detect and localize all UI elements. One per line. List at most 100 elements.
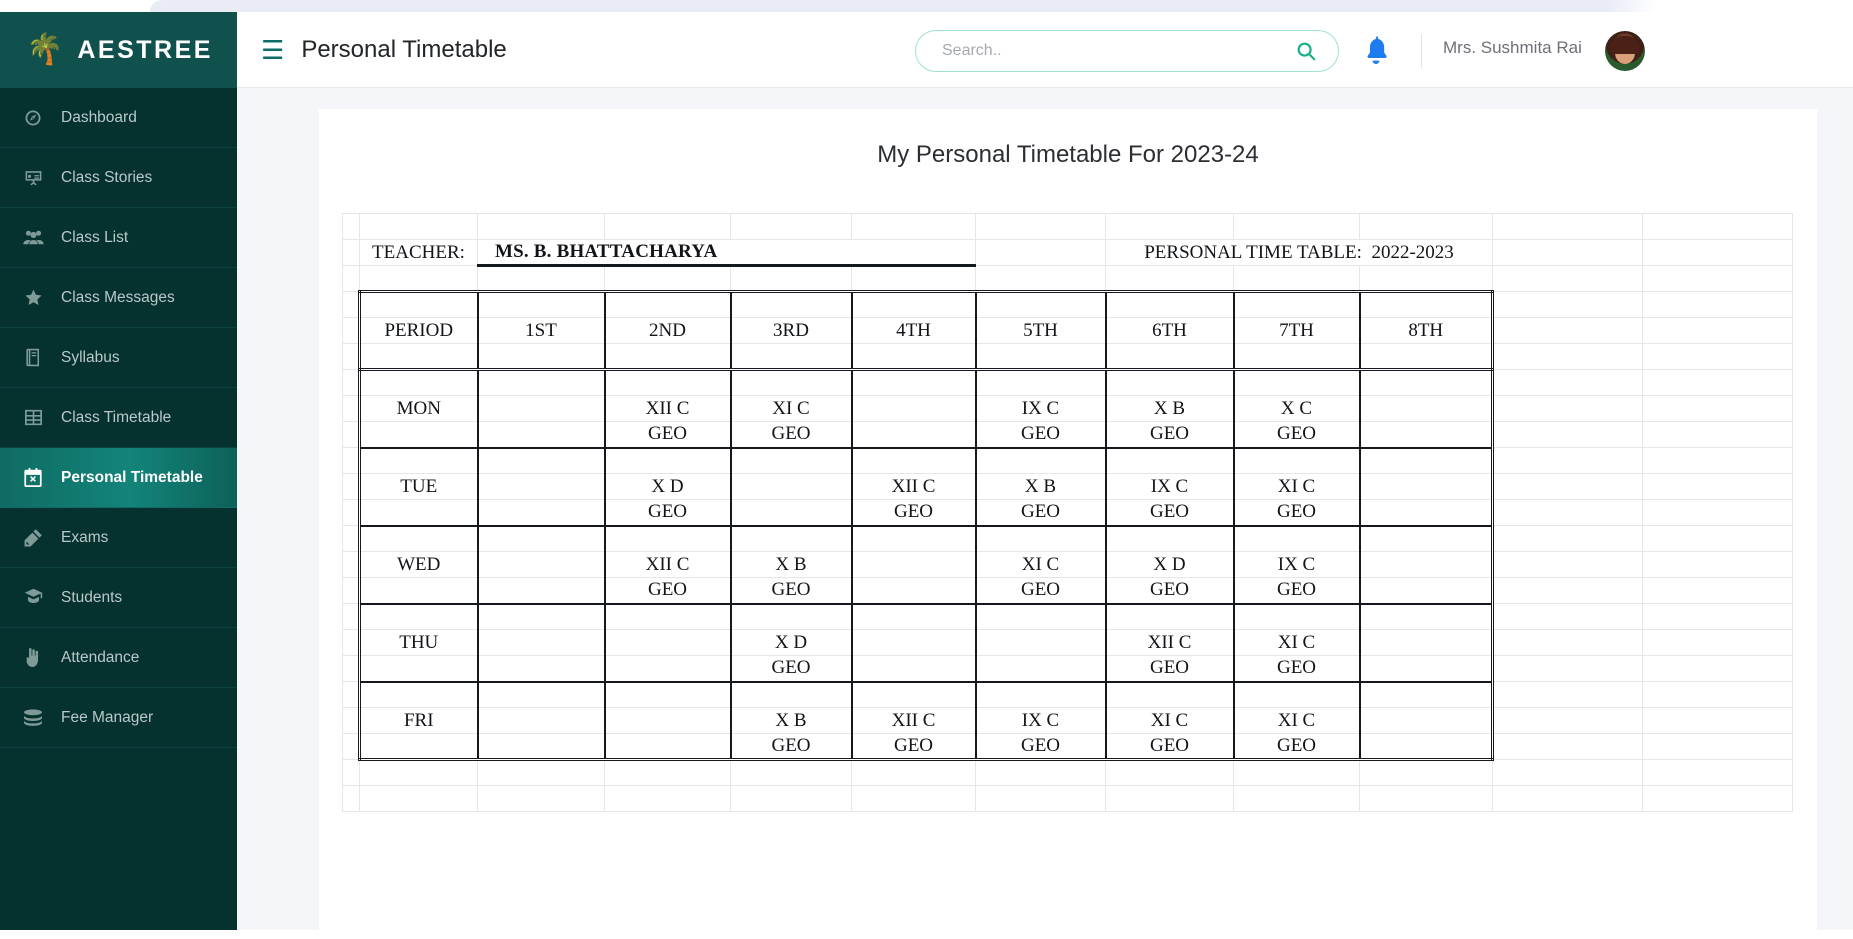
timetable-cell-class[interactable]: XI C <box>1232 473 1360 500</box>
brand-logo[interactable]: 🌴 AESTREE <box>0 12 237 88</box>
timetable-cell-subject[interactable]: GEO <box>1104 421 1234 449</box>
sidebar-item-class-messages[interactable]: Class Messages <box>0 268 237 328</box>
timetable-cell-class[interactable] <box>476 551 605 578</box>
timetable-cell-subject[interactable]: GEO <box>729 655 852 683</box>
sheet-cell <box>342 499 360 526</box>
timetable-cell-subject[interactable]: GEO <box>1232 577 1360 605</box>
timetable-cell-subject[interactable] <box>476 655 605 683</box>
sidebar-item-fee-manager[interactable]: Fee Manager <box>0 688 237 748</box>
timetable-cell-class[interactable] <box>850 629 976 656</box>
timetable-cell-subject[interactable]: GEO <box>603 421 731 449</box>
timetable-cell-class[interactable] <box>1358 473 1494 500</box>
timetable-cell-class[interactable]: X D <box>729 629 852 656</box>
timetable-cell-subject[interactable]: GEO <box>850 733 976 761</box>
timetable-cell-subject[interactable] <box>476 421 605 449</box>
timetable-cell-class[interactable] <box>476 473 605 500</box>
timetable-cell-subject[interactable]: GEO <box>1232 499 1360 527</box>
timetable-cell-class[interactable]: XI C <box>1232 629 1360 656</box>
timetable-cell-subject[interactable]: GEO <box>1232 655 1360 683</box>
timetable-cell-class[interactable] <box>603 707 731 734</box>
sidebar-item-personal-timetable[interactable]: Personal Timetable <box>0 448 237 508</box>
timetable-cell-class[interactable]: XI C <box>974 551 1106 578</box>
timetable-cell-class[interactable] <box>850 395 976 422</box>
timetable-cell-class[interactable]: XI C <box>1232 707 1360 734</box>
timetable-cell-subject[interactable]: GEO <box>1104 733 1234 761</box>
timetable-cell-subject[interactable]: GEO <box>1232 421 1360 449</box>
timetable-cell-subject[interactable]: GEO <box>974 577 1106 605</box>
timetable-cell-subject[interactable] <box>1358 421 1494 449</box>
timetable-cell-subject[interactable] <box>476 577 605 605</box>
timetable-cell-subject[interactable]: GEO <box>974 499 1106 527</box>
avatar[interactable] <box>1605 31 1645 71</box>
timetable-cell-class[interactable] <box>476 707 605 734</box>
timetable-cell-class[interactable] <box>1358 629 1494 656</box>
timetable-cell-subject[interactable]: GEO <box>603 577 731 605</box>
timetable-cell-subject[interactable]: GEO <box>729 733 852 761</box>
sidebar-item-exams[interactable]: Exams <box>0 508 237 568</box>
user-name[interactable]: Mrs. Sushmita Rai <box>1443 38 1582 58</box>
timetable-cell-class[interactable]: X C <box>1232 395 1360 422</box>
sidebar-item-class-stories[interactable]: Class Stories <box>0 148 237 208</box>
sidebar-item-attendance[interactable]: Attendance <box>0 628 237 688</box>
timetable-cell-class[interactable]: IX C <box>1104 473 1234 500</box>
timetable-cell-class[interactable]: X B <box>1104 395 1234 422</box>
timetable-cell-class[interactable]: IX C <box>1232 551 1360 578</box>
timetable-cell-class[interactable]: XII C <box>1104 629 1234 656</box>
timetable-cell-class[interactable]: XII C <box>603 395 731 422</box>
hamburger-icon[interactable]: ☰ <box>261 37 284 63</box>
sidebar-item-class-timetable[interactable]: Class Timetable <box>0 388 237 448</box>
sidebar-item-class-list[interactable]: Class List <box>0 208 237 268</box>
timetable-cell-class[interactable]: XI C <box>729 395 852 422</box>
timetable-cell-subject[interactable] <box>603 655 731 683</box>
timetable-cell-class[interactable] <box>1358 551 1494 578</box>
timetable-cell-subject[interactable] <box>603 733 731 761</box>
timetable-cell-class[interactable]: XII C <box>603 551 731 578</box>
timetable-cell-class[interactable] <box>603 629 731 656</box>
sidebar-item-students[interactable]: Students <box>0 568 237 628</box>
timetable-cell-subject[interactable] <box>476 499 605 527</box>
timetable-cell-subject[interactable]: GEO <box>603 499 731 527</box>
timetable-cell-subject[interactable] <box>1358 733 1494 761</box>
sidebar-item-dashboard[interactable]: Dashboard <box>0 88 237 148</box>
timetable-cell-subject[interactable] <box>1358 655 1494 683</box>
timetable-cell-subject[interactable] <box>850 421 976 449</box>
timetable-cell-class[interactable]: IX C <box>974 395 1106 422</box>
timetable-cell-class[interactable]: XII C <box>850 473 976 500</box>
timetable-cell-subject[interactable] <box>850 655 976 683</box>
timetable-cell-subject[interactable]: GEO <box>1232 733 1360 761</box>
timetable-cell-subject[interactable] <box>850 577 976 605</box>
timetable-cell-subject[interactable] <box>1358 577 1494 605</box>
timetable-cell-subject[interactable]: GEO <box>1104 499 1234 527</box>
bell-icon[interactable] <box>1363 36 1389 64</box>
timetable-cell-class[interactable]: X B <box>729 707 852 734</box>
timetable-cell-subject[interactable] <box>476 733 605 761</box>
timetable-cell-subject[interactable] <box>974 655 1106 683</box>
search-input[interactable] <box>915 30 1339 72</box>
timetable-cell-class[interactable] <box>1358 395 1494 422</box>
timetable-cell-class[interactable]: XII C <box>850 707 976 734</box>
timetable-cell-class[interactable]: X D <box>603 473 731 500</box>
timetable-cell-class[interactable]: X D <box>1104 551 1234 578</box>
timetable-cell-subject[interactable]: GEO <box>729 577 852 605</box>
timetable-cell-class[interactable]: IX C <box>974 707 1106 734</box>
timetable-cell-subject[interactable]: GEO <box>974 733 1106 761</box>
sidebar-item-syllabus[interactable]: Syllabus <box>0 328 237 388</box>
timetable-cell-subject[interactable]: GEO <box>974 421 1106 449</box>
day-cell-pad <box>1232 681 1360 708</box>
timetable-cell-class[interactable] <box>850 551 976 578</box>
timetable-cell-subject[interactable]: GEO <box>850 499 976 527</box>
timetable-cell-subject[interactable]: GEO <box>1104 655 1234 683</box>
period-header-cell <box>1104 343 1234 371</box>
timetable-cell-class[interactable] <box>1358 707 1494 734</box>
timetable-cell-class[interactable]: X B <box>974 473 1106 500</box>
timetable-cell-class[interactable] <box>476 395 605 422</box>
timetable-cell-class[interactable] <box>476 629 605 656</box>
timetable-cell-class[interactable]: X B <box>729 551 852 578</box>
timetable-cell-subject[interactable] <box>1358 499 1494 527</box>
timetable-cell-class[interactable] <box>729 473 852 500</box>
timetable-cell-class[interactable]: XI C <box>1104 707 1234 734</box>
timetable-cell-subject[interactable]: GEO <box>1104 577 1234 605</box>
timetable-cell-class[interactable] <box>974 629 1106 656</box>
timetable-cell-subject[interactable] <box>729 499 852 527</box>
timetable-cell-subject[interactable]: GEO <box>729 421 852 449</box>
